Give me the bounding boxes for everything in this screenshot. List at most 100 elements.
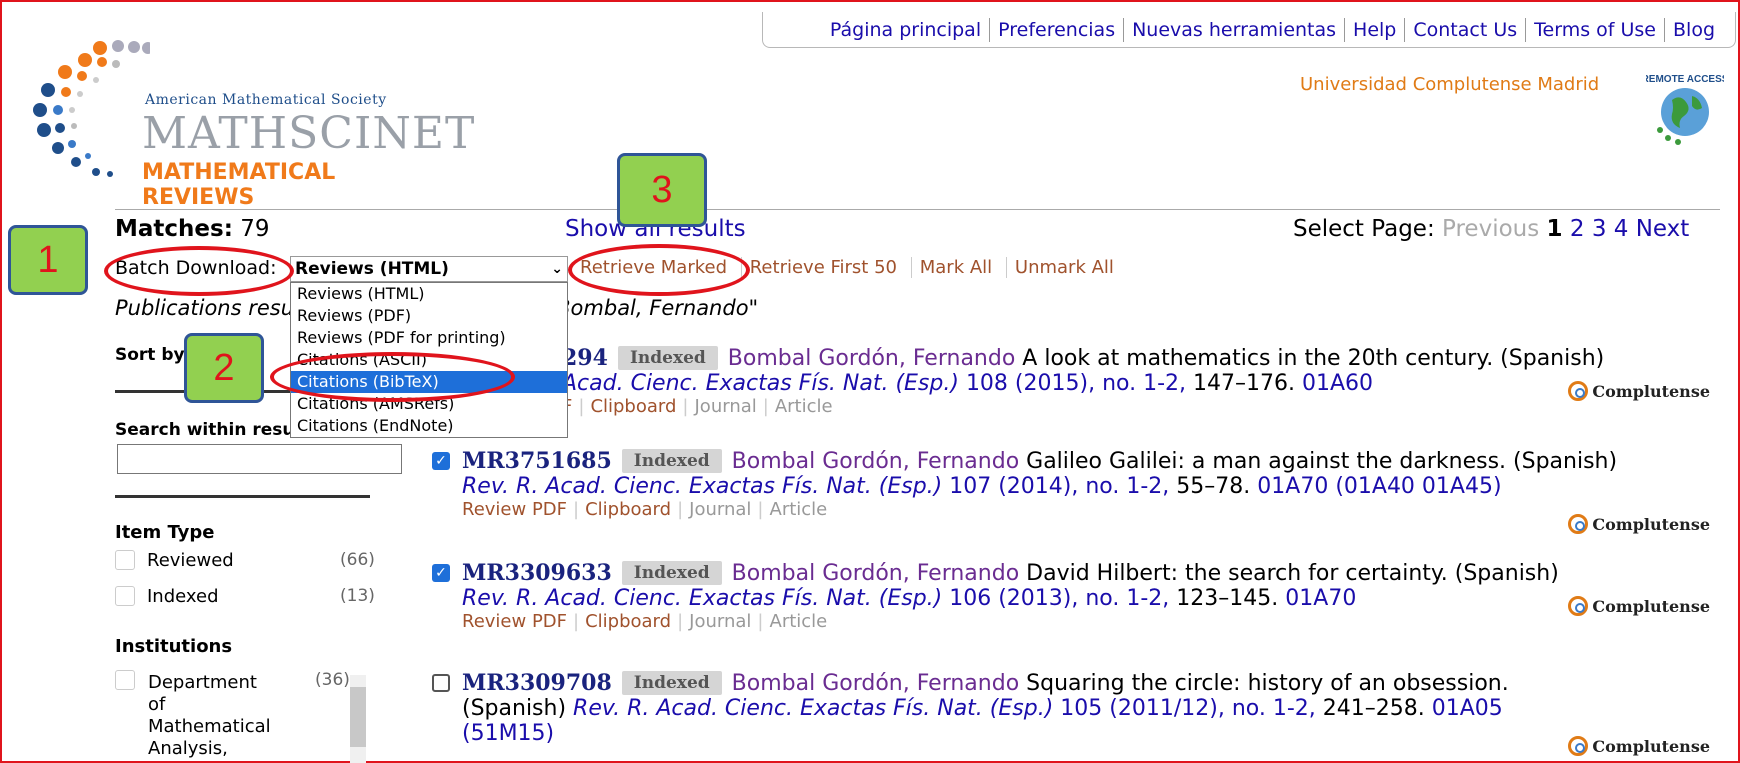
mr-number-link[interactable]: MR3751685: [462, 448, 612, 474]
article-text: Article: [769, 499, 828, 520]
complutense-icon: [1568, 736, 1589, 756]
facet-reviewed[interactable]: Reviewed (66): [115, 550, 375, 571]
review-pdf-link[interactable]: Review PDF: [462, 611, 567, 632]
pages-text: 241–258.: [1322, 696, 1425, 721]
facet-department[interactable]: [115, 670, 147, 690]
mr-number-link[interactable]: 294: [562, 345, 608, 371]
classification-link[interactable]: 01A05: [1432, 696, 1503, 721]
nav-help-link[interactable]: Help: [1344, 17, 1404, 42]
page-2-link[interactable]: 2: [1570, 216, 1585, 242]
indexed-badge: Indexed: [621, 449, 722, 473]
dropdown-option[interactable]: Reviews (HTML): [291, 283, 567, 305]
sort-by-label: Sort by: [115, 345, 185, 365]
retrieve-first-50-link[interactable]: Retrieve First 50: [740, 257, 905, 278]
unmark-all-link[interactable]: Unmark All: [1005, 257, 1122, 278]
header-divider: [115, 209, 1720, 210]
indexed-badge: Indexed: [621, 671, 722, 695]
article-title: A look at mathematics in the 20th centur…: [1022, 345, 1605, 371]
dropdown-option[interactable]: Reviews (PDF for printing): [291, 327, 567, 349]
next-page-link[interactable]: Next: [1636, 216, 1690, 242]
volume-link[interactable]: 108 (2015), no. 1-2,: [966, 371, 1186, 396]
review-pdf-link[interactable]: Review PDF: [462, 499, 567, 520]
result-item: 294 Indexed Bombal Gordón, Fernando A lo…: [562, 345, 1710, 417]
result-item: ✓ MR3309633 Indexed Bombal Gordón, Ferna…: [432, 560, 1722, 632]
top-navigation: Página principal Preferencias Nuevas her…: [762, 12, 1736, 48]
scrollbar-thumb[interactable]: [350, 687, 366, 747]
checkbox[interactable]: [115, 670, 135, 690]
classification-link[interactable]: 01A70: [1285, 586, 1356, 611]
select-page-label: Select Page:: [1293, 216, 1435, 242]
author-link[interactable]: Bombal Gordón, Fernando: [728, 346, 1016, 371]
pages-text: 55–78.: [1176, 474, 1251, 499]
indexed-badge: Indexed: [621, 561, 722, 585]
sidebar-divider: [115, 495, 370, 498]
facet-label: Indexed: [147, 586, 219, 607]
logo-mathscinet-text: MATHSCINET: [142, 108, 476, 159]
mathscinet-logo[interactable]: American Mathematical Society MATHSCINET…: [30, 40, 474, 210]
batch-download-label: Batch Download:: [115, 257, 277, 279]
facet-scrollbar[interactable]: [350, 675, 366, 763]
complutense-link[interactable]: Complutense: [1568, 736, 1710, 756]
author-link[interactable]: Bombal Gordón, Fernando: [732, 671, 1020, 696]
complutense-link[interactable]: Complutense: [1568, 514, 1710, 534]
result-checkbox[interactable]: ✓: [432, 452, 450, 470]
dropdown-option[interactable]: Reviews (PDF): [291, 305, 567, 327]
journal-text: Journal: [689, 499, 752, 520]
facet-indexed[interactable]: Indexed (13): [115, 586, 375, 607]
current-page: 1: [1546, 216, 1563, 242]
classification-link[interactable]: 01A60: [1302, 371, 1373, 396]
journal-link[interactable]: Rev. R. Acad. Cienc. Exactas Fís. Nat. (…: [462, 586, 942, 611]
batch-download-dropdown: Reviews (HTML) Reviews (PDF) Reviews (PD…: [290, 282, 568, 438]
volume-link[interactable]: 107 (2014), no. 1-2,: [949, 474, 1169, 499]
search-within-label: Search within resu: [115, 420, 295, 440]
batch-download-select[interactable]: Reviews (HTML) ⌄: [290, 256, 568, 282]
pagination: Select Page: Previous 1 2 3 4 Next: [1293, 216, 1689, 242]
journal-text: Journal: [694, 396, 757, 417]
journal-link[interactable]: Rev. R. Acad. Cienc. Exactas Fís. Nat. (…: [573, 696, 1053, 721]
complutense-icon: [1568, 596, 1589, 616]
dropdown-option-selected[interactable]: Citations (BibTeX): [291, 371, 567, 393]
nav-contact-link[interactable]: Contact Us: [1404, 17, 1525, 42]
mr-number-link[interactable]: MR3309633: [462, 560, 612, 586]
clipboard-link[interactable]: Clipboard: [585, 499, 671, 520]
search-within-input[interactable]: [117, 444, 402, 474]
nav-home-link[interactable]: Página principal: [822, 18, 989, 42]
nav-terms-link[interactable]: Terms of Use: [1525, 17, 1664, 42]
indexed-badge: Indexed: [617, 346, 718, 370]
nav-blog-link[interactable]: Blog: [1664, 17, 1723, 42]
journal-link[interactable]: Rev. R. Acad. Cienc. Exactas Fís. Nat. (…: [462, 474, 942, 499]
author-link[interactable]: Bombal Gordón, Fernando: [732, 561, 1020, 586]
complutense-link[interactable]: Complutense: [1568, 381, 1710, 401]
dropdown-option[interactable]: Citations (ASCII): [291, 349, 567, 371]
nav-preferences-link[interactable]: Preferencias: [989, 17, 1123, 42]
clipboard-link[interactable]: Clipboard: [590, 396, 676, 417]
dropdown-option[interactable]: Citations (EndNote): [291, 415, 567, 437]
page-4-link[interactable]: 4: [1614, 216, 1629, 242]
volume-link[interactable]: 106 (2013), no. 1-2,: [949, 586, 1169, 611]
classification-link[interactable]: 01A70 (01A40 01A45): [1257, 474, 1501, 499]
facet-department-label: Department of Mathematical Analysis,: [148, 672, 271, 759]
author-link[interactable]: Bombal Gordón, Fernando: [732, 449, 1020, 474]
logo-society-text: American Mathematical Society: [145, 92, 387, 108]
result-item: MR3309708 Indexed Bombal Gordón, Fernand…: [432, 670, 1722, 756]
complutense-link[interactable]: Complutense: [1568, 596, 1710, 616]
logo-dots-icon: [33, 40, 150, 177]
mr-number-link[interactable]: MR3309708: [462, 670, 612, 696]
nav-new-tools-link[interactable]: Nuevas herramientas: [1123, 17, 1344, 42]
previous-page-link: Previous: [1442, 216, 1540, 242]
annotation-number-3: 3: [617, 153, 707, 227]
mark-all-link[interactable]: Mark All: [910, 257, 1001, 278]
result-checkbox[interactable]: ✓: [432, 564, 450, 582]
clipboard-link[interactable]: Clipboard: [585, 611, 671, 632]
checkbox[interactable]: [115, 550, 135, 570]
checkbox[interactable]: [115, 586, 135, 606]
article-title: Galileo Galilei: a man against the darkn…: [1026, 448, 1618, 474]
volume-link[interactable]: 105 (2011/12), no. 1-2,: [1060, 696, 1315, 721]
classification-link[interactable]: (51M15): [462, 721, 554, 746]
dropdown-option[interactable]: Citations (AMSRefs): [291, 393, 567, 415]
journal-link[interactable]: Acad. Cienc. Exactas Fís. Nat. (Esp.): [562, 371, 959, 396]
result-checkbox[interactable]: [432, 674, 450, 692]
page-3-link[interactable]: 3: [1592, 216, 1607, 242]
result-item: ✓ MR3751685 Indexed Bombal Gordón, Ferna…: [432, 448, 1722, 534]
retrieve-marked-link[interactable]: Retrieve Marked: [578, 257, 735, 278]
